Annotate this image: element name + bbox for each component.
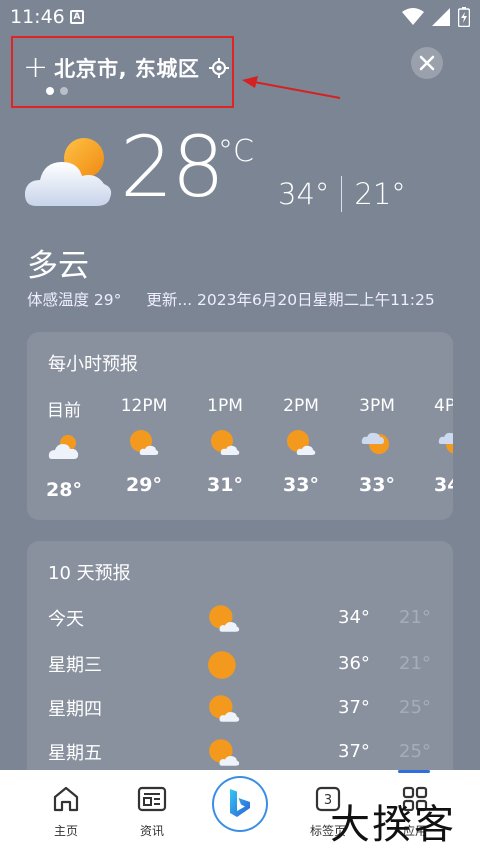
sun-cloud-icon	[209, 695, 240, 722]
nav-news-label: 资讯	[139, 824, 164, 838]
bing-chat-button[interactable]	[212, 776, 268, 832]
cloud-sun-icon	[361, 432, 389, 454]
status-bar: 11:46 A	[0, 0, 480, 34]
feels-like: 体感温度 29°	[27, 291, 122, 309]
hour-temp: 28°	[46, 479, 82, 501]
page-dot	[60, 87, 68, 95]
condition-text: 多云	[27, 248, 89, 284]
news-icon	[137, 786, 167, 812]
close-icon	[419, 55, 435, 71]
status-time: 11:46	[10, 6, 65, 28]
day-high: 34°	[338, 607, 370, 628]
day-low: 21°	[399, 653, 431, 674]
updated-time: 更新... 2023年6月20日星期二上午11:25	[146, 291, 435, 309]
sun-cloud-icon	[209, 605, 240, 632]
hour-item: 目前 28°	[29, 396, 99, 501]
day-high: 37°	[338, 741, 370, 762]
status-icons	[402, 7, 470, 27]
hour-item: 4PM 34°	[418, 396, 453, 496]
location-row: + 北京市, 东城区	[23, 53, 230, 83]
nav-news[interactable]: 资讯	[112, 784, 192, 839]
hour-temp: 29°	[126, 474, 162, 496]
hour-temp: 31°	[207, 474, 243, 496]
day-low: 21°	[399, 607, 431, 628]
day-name: 星期四	[48, 699, 102, 720]
details-line: 体感温度 29° 更新... 2023年6月20日星期二上午11:25	[27, 288, 435, 310]
hour-item: 3PM 33°	[342, 396, 412, 496]
notification-app-icon: A	[70, 10, 84, 24]
current-temperature: 28	[120, 118, 225, 216]
locate-icon[interactable]	[209, 58, 230, 78]
divider	[341, 176, 343, 212]
hour-temp: 34°	[434, 474, 453, 496]
nav-home-label: 主页	[53, 824, 78, 838]
day-row[interactable]: 星期三 36° 21°	[27, 645, 453, 689]
hour-label: 2PM	[283, 396, 319, 416]
sun-icon	[208, 651, 236, 679]
add-location-icon[interactable]: +	[23, 53, 48, 83]
watermark-text: 大揆客	[330, 802, 456, 848]
day-low: 25°	[399, 697, 431, 718]
hour-temp: 33°	[359, 474, 395, 496]
day-name: 今天	[48, 609, 84, 630]
day-low: 25°	[399, 741, 431, 762]
daily-title: 10 天预报	[48, 563, 131, 584]
high-low: 34° 21°	[278, 176, 406, 212]
page-dot-active	[46, 87, 54, 95]
hour-label: 4PM	[434, 396, 453, 416]
day-row[interactable]: 今天 34° 21°	[27, 599, 453, 643]
location-highlight-box: + 北京市, 东城区	[11, 36, 234, 108]
hour-item: 12PM 29°	[109, 396, 179, 496]
sun-cloud-icon	[287, 430, 316, 455]
wifi-icon	[402, 8, 424, 25]
signal-icon	[432, 8, 450, 26]
day-row[interactable]: 星期四 37° 25°	[27, 689, 453, 733]
hourly-forecast-card[interactable]: 每小时预报 目前 28° 12PM 29° 1PM 31° 2PM 33° 3P…	[27, 332, 453, 520]
home-icon	[53, 786, 79, 812]
hour-temp: 33°	[283, 474, 319, 496]
nav-home[interactable]: 主页	[26, 784, 106, 839]
battery-icon	[458, 7, 470, 27]
hour-item: 1PM 31°	[190, 396, 260, 496]
location-name[interactable]: 北京市, 东城区	[54, 53, 199, 83]
nav-active-indicator	[398, 770, 430, 773]
sun-cloud-icon	[130, 430, 159, 455]
page-indicator	[46, 87, 68, 95]
hour-label: 3PM	[359, 396, 395, 416]
today-high: 34°	[278, 177, 330, 211]
today-low: 21°	[354, 177, 406, 211]
day-high: 36°	[338, 653, 370, 674]
hourly-title: 每小时预报	[48, 354, 138, 375]
day-name: 星期三	[48, 655, 102, 676]
hour-label: 12PM	[120, 396, 168, 416]
hour-label: 目前	[47, 401, 81, 421]
hour-item: 2PM 33°	[266, 396, 336, 496]
daily-forecast-card[interactable]: 10 天预报 今天 34° 21° 星期三 36° 21° 星期四 37° 25…	[27, 541, 453, 781]
cloud-sun-icon	[438, 432, 453, 454]
sun-cloud-icon	[211, 430, 240, 455]
hour-label: 1PM	[207, 396, 243, 416]
bing-logo-icon	[230, 789, 250, 817]
annotation-arrow	[242, 76, 341, 99]
partly-cloudy-icon	[24, 138, 112, 206]
partly-cloudy-icon	[48, 435, 79, 459]
temperature-unit: °C	[218, 134, 254, 169]
day-high: 37°	[338, 697, 370, 718]
sun-cloud-icon	[209, 739, 240, 766]
day-name: 星期五	[48, 743, 102, 764]
close-button[interactable]	[411, 47, 443, 79]
